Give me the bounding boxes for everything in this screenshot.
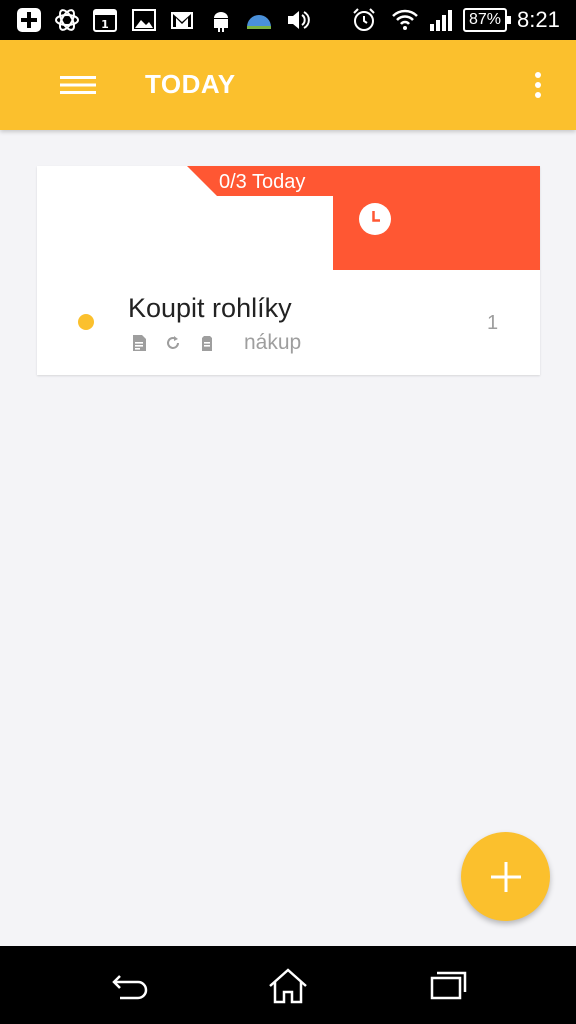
calendar-day: 1	[101, 18, 109, 31]
attachment-icon	[198, 334, 216, 352]
status-time: 8:21	[517, 7, 560, 32]
weather-icon	[246, 7, 272, 33]
add-box-icon	[16, 7, 42, 33]
task-meta: nákup	[130, 330, 301, 356]
alarm-icon	[351, 7, 377, 33]
wifi-icon	[392, 7, 418, 33]
status-bar: 1 87% 8:21	[0, 0, 576, 40]
home-icon	[269, 968, 307, 1004]
recents-button[interactable]	[426, 964, 470, 1008]
task-count: 1	[487, 312, 499, 334]
card-tag-text: 0/3 Today	[219, 171, 306, 193]
task-status-dot	[78, 314, 94, 330]
app-bar: TODAY	[0, 40, 576, 130]
signal-icon	[428, 7, 454, 33]
volume-icon	[285, 7, 311, 33]
task-title[interactable]: Koupit rohlíky	[128, 292, 292, 324]
image-icon	[131, 7, 157, 33]
recents-icon	[430, 971, 467, 1000]
atom-icon	[54, 7, 80, 33]
note-icon	[130, 334, 148, 352]
more-vert-icon	[535, 72, 541, 98]
home-button[interactable]	[266, 964, 310, 1008]
system-nav-bar	[0, 946, 576, 1024]
calendar-icon: 1	[92, 7, 118, 33]
gmail-icon	[169, 7, 195, 33]
android-debug-icon	[208, 7, 234, 33]
back-button[interactable]	[107, 964, 151, 1008]
add-task-button[interactable]	[461, 832, 550, 921]
task-list-name: nákup	[244, 331, 302, 354]
plus-icon	[490, 861, 521, 892]
page-title: TODAY	[145, 69, 236, 99]
battery-indicator: 87%	[463, 8, 511, 32]
menu-button[interactable]	[52, 65, 104, 105]
back-icon	[112, 975, 148, 1000]
overflow-menu-button[interactable]	[520, 65, 556, 105]
task-card[interactable]: 0/3 Today Koupit rohlíky nákup 1	[37, 166, 540, 375]
clock-icon	[359, 203, 391, 235]
hamburger-icon	[60, 76, 96, 94]
repeat-icon	[164, 334, 182, 352]
